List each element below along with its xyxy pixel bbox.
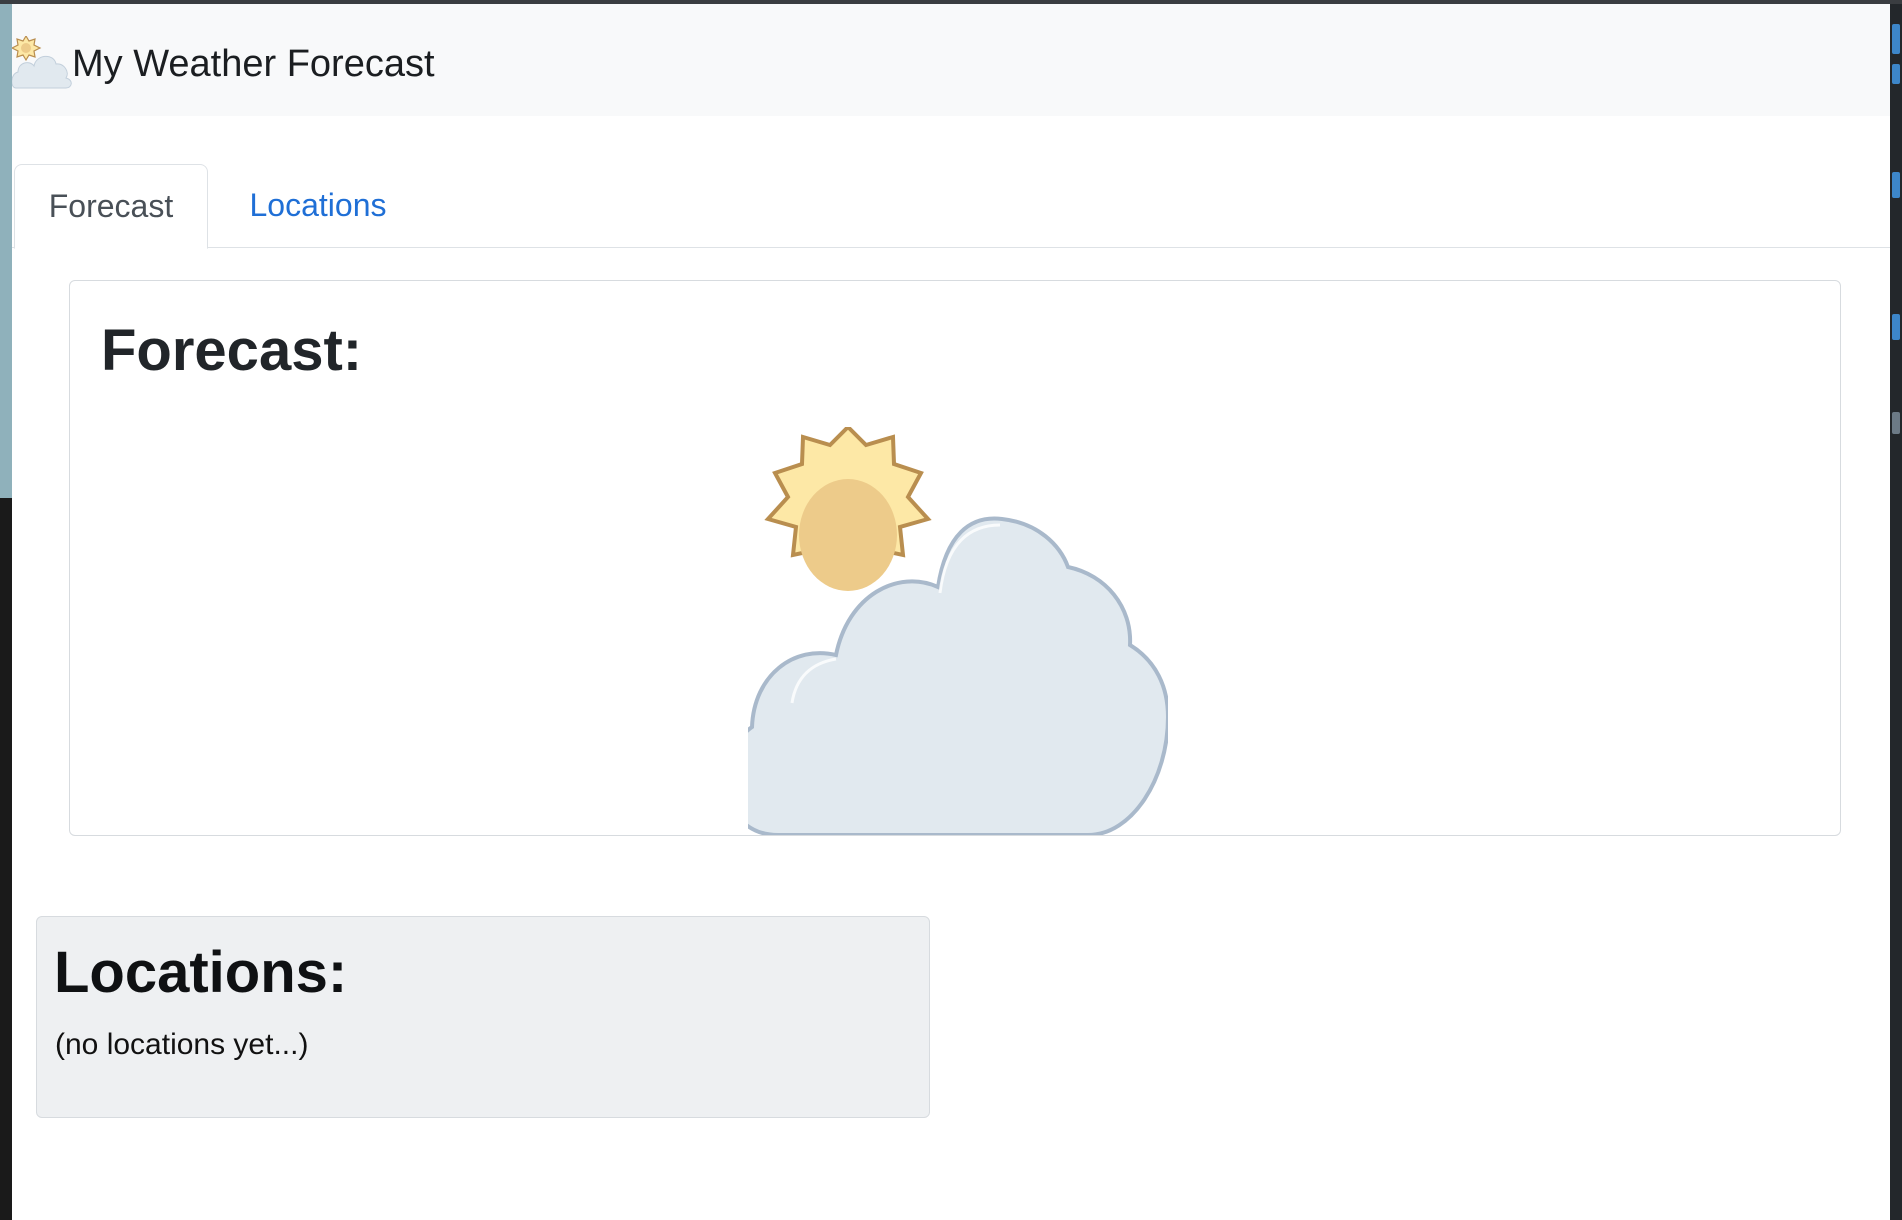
forecast-heading: Forecast: [101,318,363,383]
tab-locations[interactable]: Locations [238,164,398,248]
partly-cloudy-icon [12,36,72,89]
forecast-card: Forecast: [69,280,1841,836]
adjacent-window-edge [1890,4,1902,1220]
desktop-background-strip [0,4,12,498]
locations-empty-message: (no locations yet...) [55,1028,309,1061]
navbar: My Weather Forecast [12,4,1890,116]
tab-forecast[interactable]: Forecast [14,164,208,249]
locations-panel: Locations: (no locations yet...) [36,916,930,1118]
screen: My Weather Forecast Forecast Locations F… [0,0,1902,1220]
tab-bar: Forecast Locations [12,164,1890,249]
desktop-dark-strip [0,498,12,1220]
partly-cloudy-icon [748,427,1168,835]
app-title: My Weather Forecast [72,43,435,85]
locations-heading: Locations: [54,940,348,1005]
app-viewport: My Weather Forecast Forecast Locations F… [12,4,1890,1220]
